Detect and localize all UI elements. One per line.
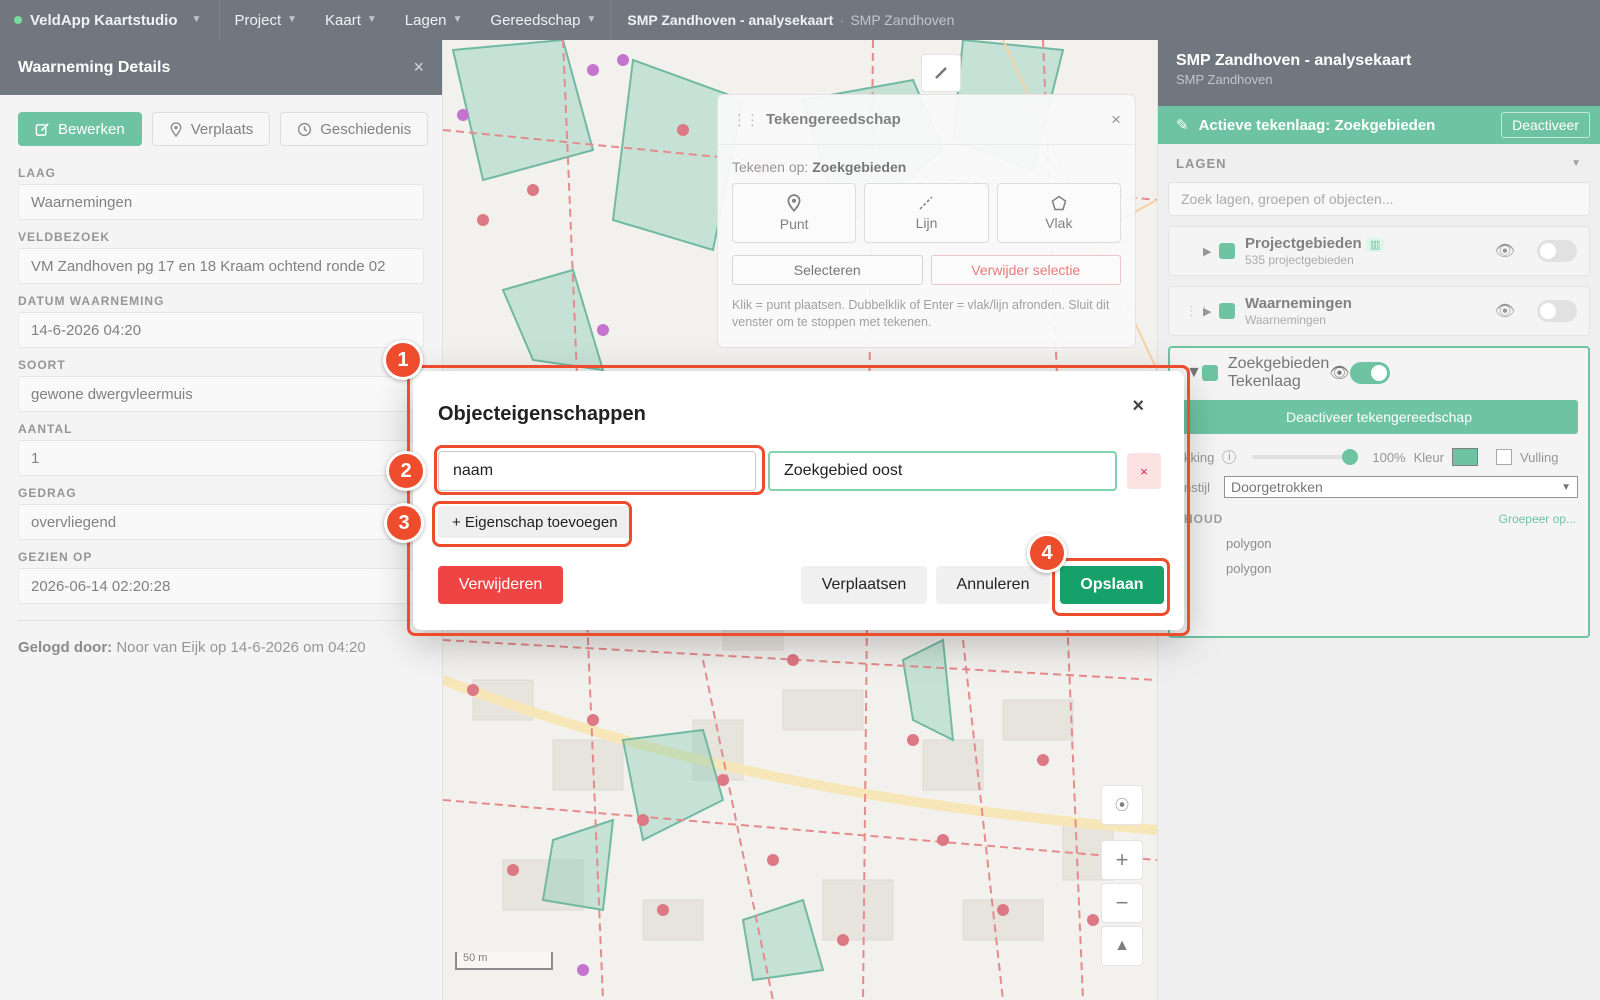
callout-frame-add [432,501,632,547]
callout-frame-save [1052,558,1170,616]
callout-badge-3: 3 [384,503,424,543]
callout-badge-1: 1 [383,340,423,380]
callout-frame-key [434,445,765,495]
callout-badge-4: 4 [1027,533,1067,573]
callout-badge-2: 2 [386,451,426,491]
